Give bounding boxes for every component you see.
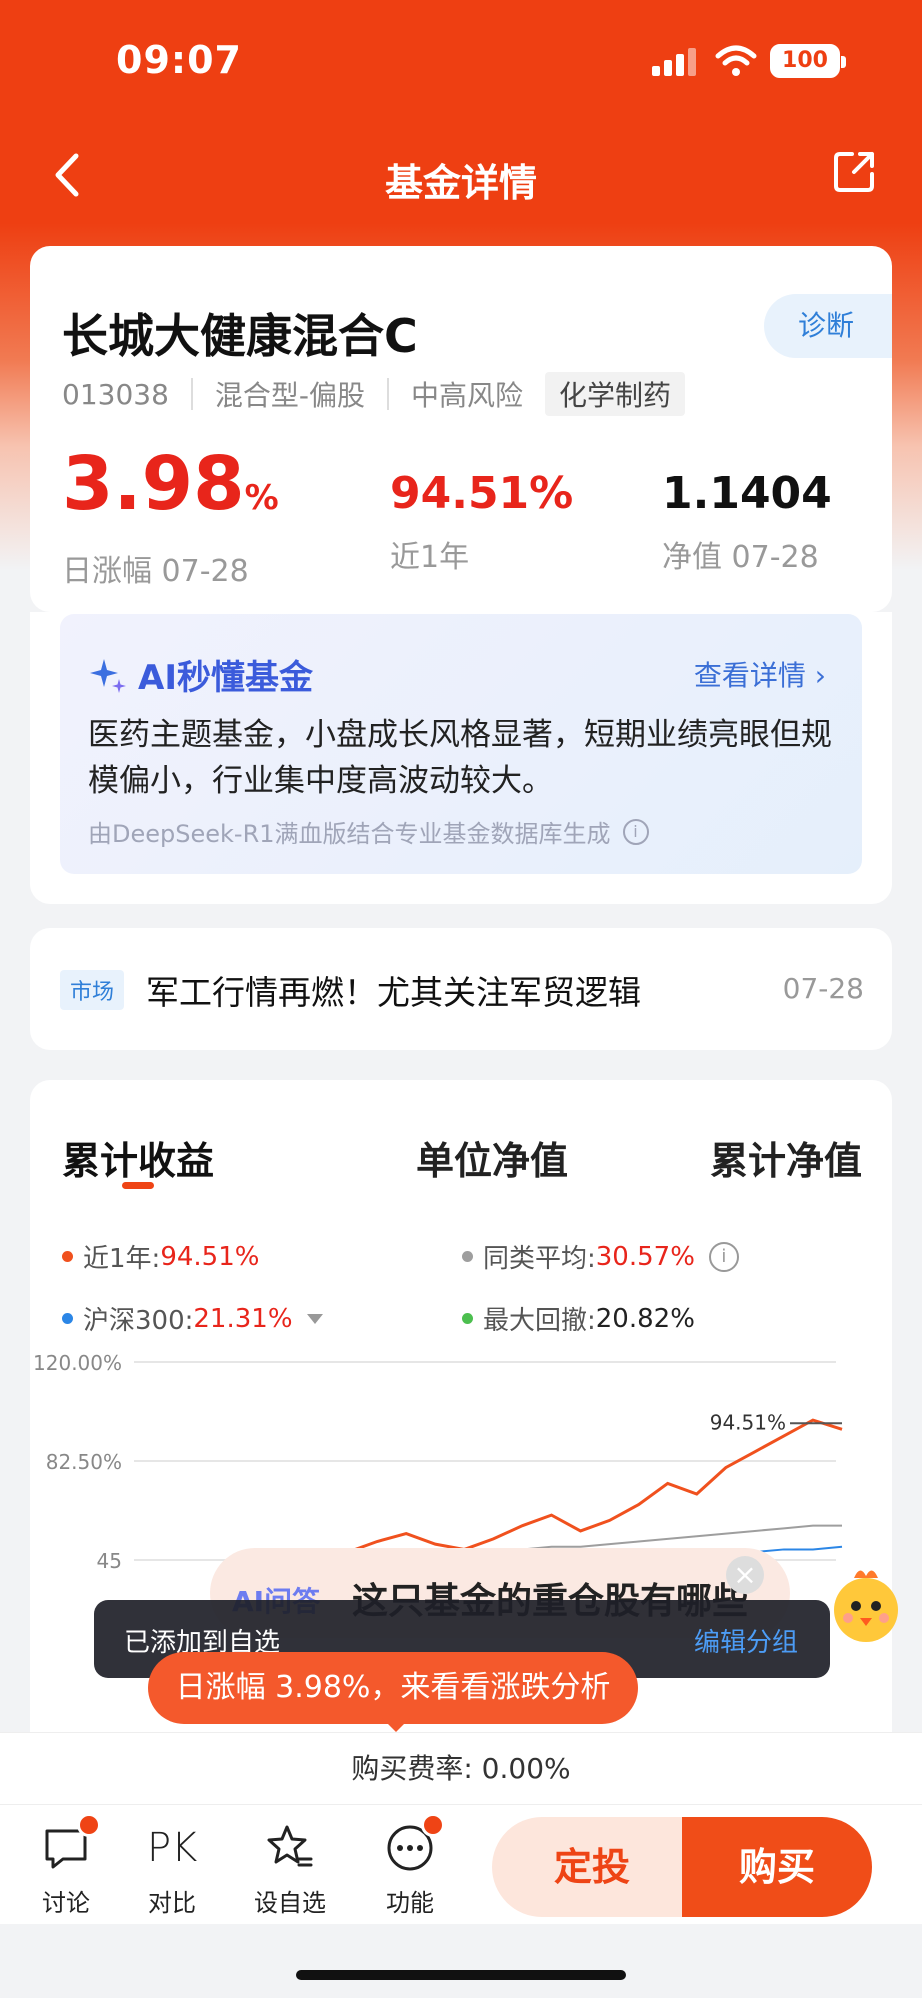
home-indicator[interactable] xyxy=(296,1970,626,1980)
buy-button[interactable]: 购买 xyxy=(682,1817,872,1917)
year-return-metric: 94.51% 近1年 xyxy=(390,466,573,576)
ai-title-text: AI秒懂基金 xyxy=(138,658,313,698)
fund-tags: 013038 混合型-偏股 中高风险 化学制药 xyxy=(62,372,686,416)
compare-button[interactable]: PK 对比 xyxy=(122,1823,222,1918)
ai-more-label: 查看详情 xyxy=(693,659,806,692)
ai-footnote-text: 由DeepSeek-R1满血版结合专业基金数据库生成 xyxy=(88,820,611,848)
sector-tag[interactable]: 化学制药 xyxy=(545,372,686,416)
fund-risk: 中高风险 xyxy=(411,379,524,412)
notification-badge xyxy=(77,1813,101,1837)
divider xyxy=(387,378,389,410)
fund-name: 长城大健康混合C xyxy=(62,309,418,363)
wifi-icon xyxy=(715,45,757,76)
discuss-button[interactable]: 讨论 xyxy=(16,1813,116,1918)
chevron-right-icon: › xyxy=(814,659,826,692)
diagnose-button[interactable]: 诊断 xyxy=(764,294,892,358)
series-line-0 xyxy=(289,1418,843,1559)
fund-code: 013038 xyxy=(62,377,169,411)
news-title: 军工行情再燃！尤其关注军贸逻辑 xyxy=(146,973,641,1012)
day-change-value: 3.98 xyxy=(62,441,245,527)
edit-group-link[interactable]: 编辑分组 xyxy=(694,1622,798,1659)
share-icon[interactable] xyxy=(832,148,878,194)
y-tick-label: 120.00% xyxy=(33,1351,122,1375)
pill-pointer xyxy=(382,1718,410,1732)
ai-view-details-link[interactable]: 查看详情 › xyxy=(694,654,826,694)
news-card[interactable]: 市场 军工行情再燃！尤其关注军贸逻辑 07-28 xyxy=(30,928,892,1050)
signal-icon xyxy=(652,48,698,76)
info-icon[interactable]: i xyxy=(622,818,649,845)
status-bar: 09:07 100 xyxy=(0,0,922,120)
ai-summary-text: 医药主题基金，小盘成长风格显著，短期业绩亮眼但规模偏小，行业集中度高波动较大。 xyxy=(88,717,832,799)
ai-summary-card: AI秒懂基金 查看详情 › 医药主题基金，小盘成长风格显著，短期业绩亮眼但规模偏… xyxy=(30,612,892,904)
notification-badge xyxy=(421,1813,445,1837)
y-tick-label: 45 xyxy=(97,1549,122,1573)
functions-label: 功能 xyxy=(386,1889,434,1917)
status-time: 09:07 xyxy=(116,38,242,82)
sparkle-icon xyxy=(90,658,126,693)
end-value-label: 94.51% xyxy=(710,1410,786,1434)
compare-label: 对比 xyxy=(148,1889,196,1917)
day-change-label: 日涨幅 07-28 xyxy=(62,554,249,589)
fund-summary-card: 长城大健康混合C 诊断 013038 混合型-偏股 中高风险 化学制药 3.98… xyxy=(30,246,892,612)
news-date: 07-28 xyxy=(782,972,864,1005)
auto-invest-button[interactable]: 定投 xyxy=(492,1817,692,1917)
battery-icon: 100 xyxy=(770,44,846,78)
ai-footnote: 由DeepSeek-R1满血版结合专业基金数据库生成 i xyxy=(88,814,649,849)
mascot-icon[interactable] xyxy=(820,1558,912,1650)
pk-icon: PK xyxy=(147,1825,198,1871)
day-change-unit: % xyxy=(244,478,279,518)
divider xyxy=(190,378,193,410)
y-tick-label: 82.50% xyxy=(46,1450,122,1474)
news-tag: 市场 xyxy=(60,970,125,1010)
fund-type: 混合型-偏股 xyxy=(214,379,365,412)
star-list-icon xyxy=(267,1825,313,1867)
home-indicator-area xyxy=(0,1924,922,1998)
day-change-metric: 3.98% 日涨幅 07-28 xyxy=(62,446,279,590)
ai-summary-box[interactable]: AI秒懂基金 查看详情 › 医药主题基金，小盘成长风格显著，短期业绩亮眼但规模偏… xyxy=(60,614,862,874)
close-icon[interactable]: × xyxy=(726,1556,764,1594)
ai-analysis-pill[interactable]: 日涨幅 3.98%，来看看涨跌分析 xyxy=(148,1652,638,1724)
add-watchlist-button[interactable]: 设自选 xyxy=(240,1823,340,1918)
year-return-label: 近1年 xyxy=(390,540,470,575)
nav-metric: 1.1404 净值 07-28 xyxy=(662,466,832,576)
year-return-value: 94.51% xyxy=(390,468,574,519)
purchase-fee: 购买费率: 0.00% xyxy=(0,1732,922,1804)
nav-bar: 基金详情 xyxy=(0,130,922,220)
nav-value: 1.1404 xyxy=(662,468,832,519)
page-title: 基金详情 xyxy=(384,161,537,205)
bottom-action-bar: 讨论 PK 对比 设自选 功能 定投 购买 xyxy=(0,1804,922,1924)
watchlist-label: 设自选 xyxy=(254,1889,326,1917)
nav-label: 净值 07-28 xyxy=(662,540,819,575)
discuss-label: 讨论 xyxy=(42,1889,90,1917)
ai-summary-title: AI秒懂基金 xyxy=(88,650,313,699)
functions-button[interactable]: 功能 xyxy=(360,1813,460,1918)
